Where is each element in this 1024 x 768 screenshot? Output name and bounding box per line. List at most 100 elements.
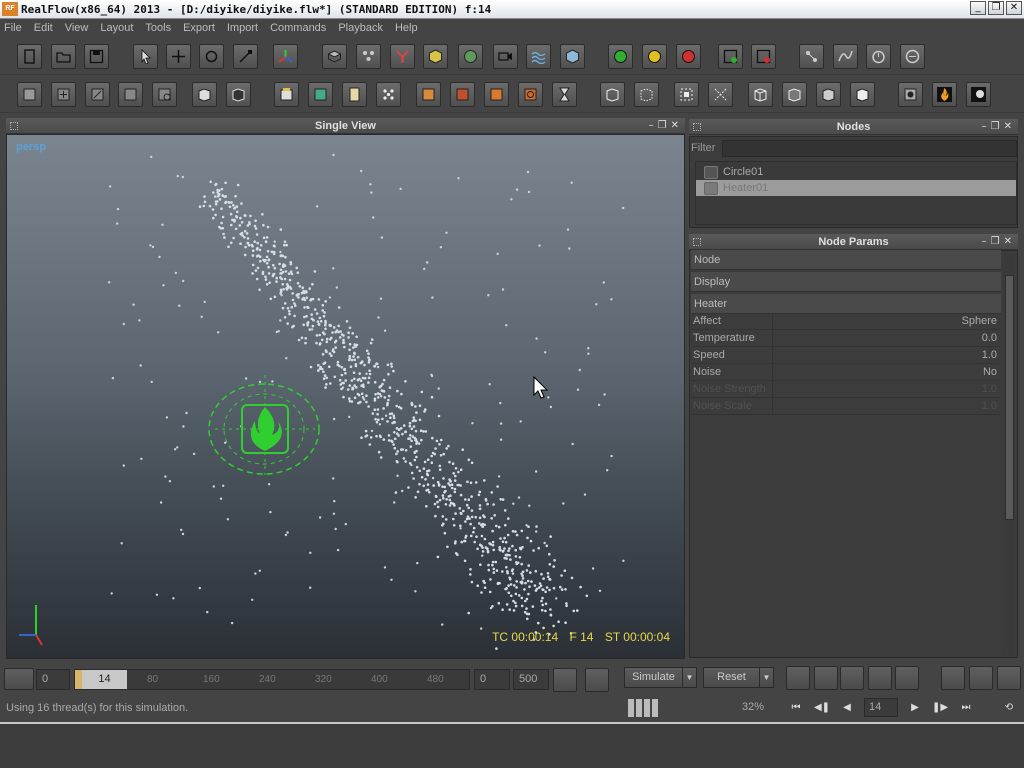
node-item-circle01[interactable]: Circle01 <box>696 164 1016 180</box>
section-display[interactable]: Display <box>691 272 1001 292</box>
clear-cache-icon[interactable] <box>751 44 776 69</box>
solid-box-icon[interactable] <box>226 82 251 107</box>
texture-map-icon[interactable] <box>484 82 509 107</box>
fire-icon[interactable] <box>932 82 957 107</box>
save-scene-icon[interactable] <box>84 44 109 69</box>
step-back-icon[interactable]: ◀❚ <box>811 699 833 717</box>
minimize-button[interactable]: _ <box>970 1 986 15</box>
menu-tools[interactable]: Tools <box>145 22 171 34</box>
maxwell-render-icon[interactable] <box>966 82 991 107</box>
status-green-icon[interactable] <box>608 44 633 69</box>
menu-playback[interactable]: Playback <box>338 22 383 34</box>
graph-editor-icon[interactable] <box>833 44 858 69</box>
time-slider[interactable]: 14 80 160 240 320 400 480 <box>74 669 470 690</box>
nodes-window-buttons[interactable]: –❐✕ <box>982 119 1016 135</box>
play-backward-icon[interactable]: ◀ <box>836 699 858 717</box>
param-value[interactable]: 0.0 <box>982 330 997 346</box>
move-tool-icon[interactable] <box>166 44 191 69</box>
node-item-heater01[interactable]: Heater01 <box>696 180 1016 196</box>
rotate-tool-icon[interactable] <box>199 44 224 69</box>
menu-export[interactable]: Export <box>183 22 215 34</box>
loop-icon[interactable]: ⟲ <box>998 699 1020 717</box>
new-scene-icon[interactable] <box>17 44 42 69</box>
menu-commands[interactable]: Commands <box>270 22 326 34</box>
close-button[interactable]: ✕ <box>1006 1 1022 15</box>
menu-layout[interactable]: Layout <box>100 22 133 34</box>
camera-label[interactable]: persp <box>16 141 46 153</box>
export-central-icon[interactable] <box>274 82 299 107</box>
go-to-end-icon[interactable]: ⏭ <box>955 699 977 717</box>
particle-display-icon[interactable] <box>376 82 401 107</box>
add-object-icon[interactable] <box>322 44 347 69</box>
menu-help[interactable]: Help <box>395 22 418 34</box>
frame-selected-icon[interactable] <box>674 82 699 107</box>
export-meshes-icon[interactable] <box>969 666 993 690</box>
panel-grip-icon[interactable] <box>10 122 18 130</box>
panel-grip-icon[interactable] <box>693 238 701 246</box>
add-hybrido-icon[interactable] <box>560 44 585 69</box>
range-start-field[interactable]: 0 <box>474 669 510 690</box>
section-heater[interactable]: Heater <box>691 294 1001 314</box>
path-tool-icon[interactable] <box>152 82 177 107</box>
start-frame-field[interactable]: 0 <box>36 669 70 690</box>
param-noise[interactable]: Noise No <box>691 364 1001 381</box>
bounding-box-icon[interactable] <box>192 82 217 107</box>
param-speed[interactable]: Speed 1.0 <box>691 347 1001 364</box>
add-mesh-icon[interactable] <box>423 44 448 69</box>
timer-icon[interactable] <box>866 44 891 69</box>
reset-button[interactable]: Reset ▼ <box>703 667 774 688</box>
save-cache-icon[interactable] <box>718 44 743 69</box>
edit-point-icon[interactable] <box>85 82 110 107</box>
sim-settings-icon[interactable] <box>868 666 892 690</box>
add-rbd-icon[interactable] <box>458 44 483 69</box>
status-yellow-icon[interactable] <box>642 44 667 69</box>
frame-all-icon[interactable] <box>708 82 733 107</box>
simulate-button[interactable]: Simulate ▼ <box>624 667 697 688</box>
shading-flat-icon[interactable] <box>782 82 807 107</box>
current-frame-handle[interactable]: 14 <box>75 670 127 689</box>
view-cube-front-icon[interactable] <box>600 82 625 107</box>
select-tool-icon[interactable] <box>133 44 158 69</box>
range-end-field[interactable]: 500 <box>513 669 549 690</box>
step-forward-icon[interactable]: ❚▶ <box>929 699 951 717</box>
menu-file[interactable]: File <box>4 22 22 34</box>
render-kit-icon[interactable] <box>308 82 333 107</box>
viewport-window-buttons[interactable]: –❐✕ <box>649 118 683 134</box>
params-window-buttons[interactable]: –❐✕ <box>982 234 1016 250</box>
open-scene-icon[interactable] <box>51 44 76 69</box>
sim-options-icon[interactable] <box>895 666 919 690</box>
param-value[interactable]: 1.0 <box>982 347 997 363</box>
eye-icon[interactable] <box>840 666 864 690</box>
graph-icon[interactable] <box>814 666 838 690</box>
axis-gizmo-icon[interactable] <box>273 44 298 69</box>
param-affect[interactable]: Affect Sphere <box>691 313 1001 330</box>
layout-icon[interactable] <box>17 82 42 107</box>
filter-input[interactable] <box>722 140 1017 157</box>
batch-script-icon[interactable] <box>900 44 925 69</box>
add-wave-icon[interactable] <box>526 44 551 69</box>
param-temperature[interactable]: Temperature 0.0 <box>691 330 1001 347</box>
play-forward-icon[interactable]: ▶ <box>904 699 926 717</box>
realflow-app-icon[interactable]: RF <box>2 2 18 16</box>
maximize-button[interactable]: ❐ <box>988 1 1004 15</box>
hourglass-icon[interactable] <box>552 82 577 107</box>
preferences-icon[interactable] <box>997 666 1021 690</box>
shading-wire-icon[interactable] <box>748 82 773 107</box>
key-set-icon[interactable] <box>585 668 609 692</box>
simulate-dropdown-icon[interactable]: ▼ <box>682 668 696 687</box>
param-value[interactable]: Sphere <box>962 313 997 329</box>
section-node[interactable]: Node <box>691 250 1001 270</box>
status-red-icon[interactable] <box>676 44 701 69</box>
add-daemon-icon[interactable] <box>390 44 415 69</box>
menu-import[interactable]: Import <box>227 22 258 34</box>
texture-grid-icon[interactable] <box>518 82 543 107</box>
reset-dropdown-icon[interactable]: ▼ <box>759 668 773 687</box>
key-range-icon[interactable] <box>553 668 577 692</box>
current-frame-field[interactable]: 14 <box>864 698 898 717</box>
viewport-3d[interactable]: persp TC 00:00:14 F 14 ST 00:00:04 <box>6 134 685 659</box>
measure-icon[interactable] <box>342 82 367 107</box>
menu-view[interactable]: View <box>65 22 89 34</box>
export-resources-icon[interactable] <box>941 666 965 690</box>
timeline-menu-icon[interactable] <box>4 668 34 690</box>
track-icon[interactable] <box>786 666 810 690</box>
